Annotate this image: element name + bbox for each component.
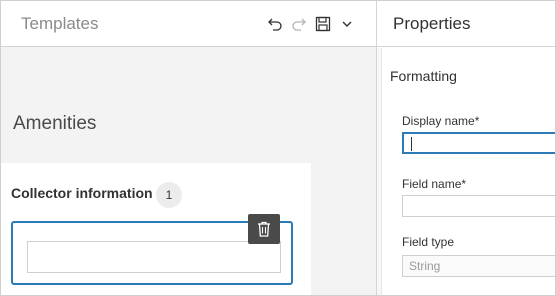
field-type-label: Field type	[402, 235, 455, 249]
panel-title: Templates	[21, 14, 99, 33]
redo-icon[interactable]	[289, 14, 309, 34]
properties-panel: Properties Formatting Display name* Fiel…	[377, 1, 555, 295]
delete-button[interactable]	[248, 214, 280, 244]
panel-title: Properties	[393, 14, 471, 33]
display-name-field[interactable]	[402, 132, 555, 154]
save-icon[interactable]	[313, 14, 333, 34]
undo-icon[interactable]	[265, 14, 285, 34]
chevron-down-icon[interactable]	[337, 14, 357, 34]
properties-body: Formatting Display name* Field name* Fie…	[377, 48, 555, 295]
field-name-label: Field name*	[402, 177, 467, 191]
formatting-section: Formatting Display name* Field name* Fie…	[381, 48, 555, 295]
group-title: Amenities	[13, 113, 97, 134]
field-type-field[interactable]: String	[402, 255, 555, 277]
templates-header: Templates	[1, 1, 376, 47]
display-name-label: Display name*	[402, 114, 480, 128]
section-title: Formatting	[390, 68, 457, 84]
templates-panel: Templates Amenities Collector informatio…	[1, 1, 376, 295]
element-count-badge: 1	[156, 182, 182, 208]
card-title: Collector information	[11, 185, 153, 201]
properties-header: Properties	[377, 1, 555, 47]
text-caret	[411, 137, 412, 151]
field-name-field[interactable]	[402, 195, 555, 217]
trash-icon	[258, 221, 270, 237]
app-window: Templates Amenities Collector informatio…	[0, 0, 556, 296]
field-type-value: String	[409, 259, 441, 273]
element-preview-input[interactable]	[27, 241, 281, 273]
